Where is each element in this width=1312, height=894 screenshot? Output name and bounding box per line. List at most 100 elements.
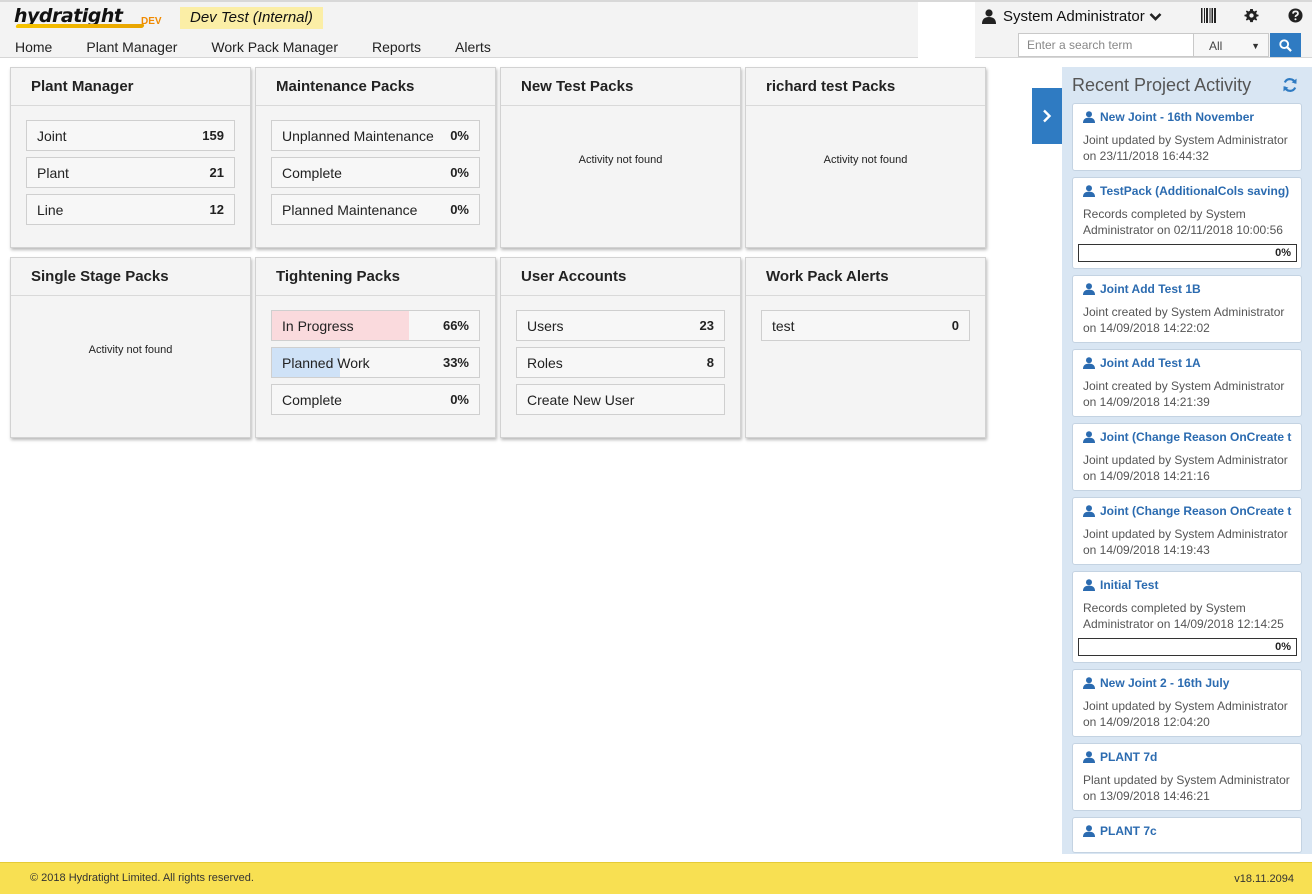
row-label: Create New User [527,391,635,408]
tile-title[interactable]: Tightening Packs [256,258,495,296]
activity-card[interactable]: TestPack (AdditionalCols saving) Records… [1072,177,1302,269]
panel-title: Recent Project Activity [1072,75,1252,95]
tile-title[interactable]: New Test Packs [501,68,740,106]
create-new-user-button[interactable]: Create New User [516,384,725,415]
activity-link[interactable]: Joint Add Test 1A [1083,356,1296,370]
main-nav: Home Plant Manager Work Pack Manager Rep… [15,39,525,55]
nav-alerts[interactable]: Alerts [455,39,491,55]
activity-card[interactable]: PLANT 7c [1072,817,1302,853]
row-label: Planned Maintenance [282,201,418,218]
row-label: Complete [282,164,342,181]
user-name: System Administrator [1003,8,1145,25]
tile-row-test[interactable]: test 0 [761,310,970,341]
recent-activity-panel: Recent Project Activity New Joint - 16th… [1062,67,1312,854]
activity-card[interactable]: New Joint 2 - 16th July Joint updated by… [1072,669,1302,737]
activity-link[interactable]: Joint (Change Reason OnCreate t [1083,430,1296,444]
tile-row-unplanned-maintenance[interactable]: Unplanned Maintenance 0% [271,120,480,151]
activity-link[interactable]: Joint Add Test 1B [1083,282,1296,296]
tile-maintenance-packs: Maintenance Packs Unplanned Maintenance 0… [255,67,496,248]
user-icon [1083,283,1095,295]
user-icon [1083,825,1095,837]
activity-link[interactable]: PLANT 7c [1083,824,1296,838]
activity-progress-bar: 0% [1078,638,1297,656]
activity-card[interactable]: Joint (Change Reason OnCreate t Joint up… [1072,497,1302,565]
tile-title[interactable]: Work Pack Alerts [746,258,985,296]
logo-dev-suffix: DEV [141,16,162,27]
activity-description: Records completed by System Administrato… [1083,601,1284,631]
tile-work-pack-alerts: Work Pack Alerts test 0 [745,257,986,438]
tile-title[interactable]: Single Stage Packs [11,258,250,296]
user-icon [1083,185,1095,197]
empty-message: Activity not found [578,154,663,166]
activity-description: Joint created by System Administrator on… [1083,305,1285,335]
activity-link[interactable]: PLANT 7d [1083,750,1296,764]
question-circle-icon[interactable] [1288,8,1303,23]
user-icon [1083,505,1095,517]
nav-home[interactable]: Home [15,39,52,55]
caret-down-icon: ▼ [1251,41,1260,51]
tile-title[interactable]: richard test Packs [746,68,985,106]
activity-list: New Joint - 16th November Joint updated … [1072,103,1302,854]
page-footer: © 2018 Hydratight Limited. All rights re… [0,862,1312,894]
tile-row-plant[interactable]: Plant 21 [26,157,235,188]
barcode-icon[interactable] [1201,8,1216,23]
activity-card[interactable]: Initial Test Records completed by System… [1072,571,1302,663]
activity-card[interactable]: Joint Add Test 1A Joint created by Syste… [1072,349,1302,417]
activity-description: Joint updated by System Administrator on… [1083,699,1288,729]
activity-title: New Joint - 16th November [1100,110,1255,124]
activity-link[interactable]: New Joint - 16th November [1083,110,1296,124]
tile-row-line[interactable]: Line 12 [26,194,235,225]
chevron-right-icon [1043,109,1052,123]
tile-row-complete[interactable]: Complete 0% [271,157,480,188]
gear-icon[interactable] [1244,8,1259,23]
refresh-icon[interactable] [1282,77,1298,93]
nav-work-pack-manager[interactable]: Work Pack Manager [211,39,338,55]
activity-description: Joint updated by System Administrator on… [1083,133,1288,163]
tile-row-planned-maintenance[interactable]: Planned Maintenance 0% [271,194,480,225]
empty-message: Activity not found [823,154,908,166]
activity-title: New Joint 2 - 16th July [1100,676,1230,690]
nav-plant-manager[interactable]: Plant Manager [86,39,177,55]
tile-row-roles[interactable]: Roles 8 [516,347,725,378]
search-input[interactable] [1018,33,1194,57]
row-value: 21 [209,165,224,180]
tile-user-accounts: User Accounts Users 23 Roles 8 Create New … [500,257,741,438]
row-label: Unplanned Maintenance [282,127,434,144]
activity-link[interactable]: Initial Test [1083,578,1296,592]
header-spacer [918,2,975,58]
activity-title: Initial Test [1100,578,1159,592]
activity-title: Joint (Change Reason OnCreate t [1100,504,1292,518]
activity-link[interactable]: TestPack (AdditionalCols saving) [1083,184,1296,198]
tile-tightening-packs: Tightening Packs In Progress 66% Planned … [255,257,496,438]
panel-toggle-button[interactable] [1032,88,1062,144]
activity-card[interactable]: New Joint - 16th November Joint updated … [1072,103,1302,171]
tile-row-users[interactable]: Users 23 [516,310,725,341]
row-value: 33% [442,355,469,370]
tile-row-complete[interactable]: Complete 0% [271,384,480,415]
row-value: 8 [706,355,714,370]
search-scope-value: All [1209,39,1223,53]
tile-title[interactable]: Maintenance Packs [256,68,495,106]
activity-card[interactable]: Joint Add Test 1B Joint created by Syste… [1072,275,1302,343]
activity-card[interactable]: PLANT 7d Plant updated by System Adminis… [1072,743,1302,811]
tile-row-planned-work[interactable]: Planned Work 33% [271,347,480,378]
tile-title[interactable]: Plant Manager [11,68,250,106]
search-scope-select[interactable]: All ▼ [1193,33,1269,57]
user-menu[interactable]: System Administrator [982,8,1169,25]
user-icon [1083,431,1095,443]
search-icon [1279,38,1292,52]
activity-link[interactable]: Joint (Change Reason OnCreate t [1083,504,1296,518]
activity-card[interactable]: Joint (Change Reason OnCreate t Joint up… [1072,423,1302,491]
activity-title: PLANT 7d [1100,750,1158,764]
hydratight-logo[interactable]: hydratight DEV [14,5,162,29]
row-label: Users [527,317,564,334]
tile-title[interactable]: User Accounts [501,258,740,296]
tile-row-in-progress[interactable]: In Progress 66% [271,310,480,341]
user-icon [1083,579,1095,591]
nav-reports[interactable]: Reports [372,39,421,55]
row-value: 0% [450,202,469,217]
activity-link[interactable]: New Joint 2 - 16th July [1083,676,1296,690]
tile-row-joint[interactable]: Joint 159 [26,120,235,151]
search-button[interactable] [1270,33,1301,57]
row-label: Joint [37,127,67,144]
